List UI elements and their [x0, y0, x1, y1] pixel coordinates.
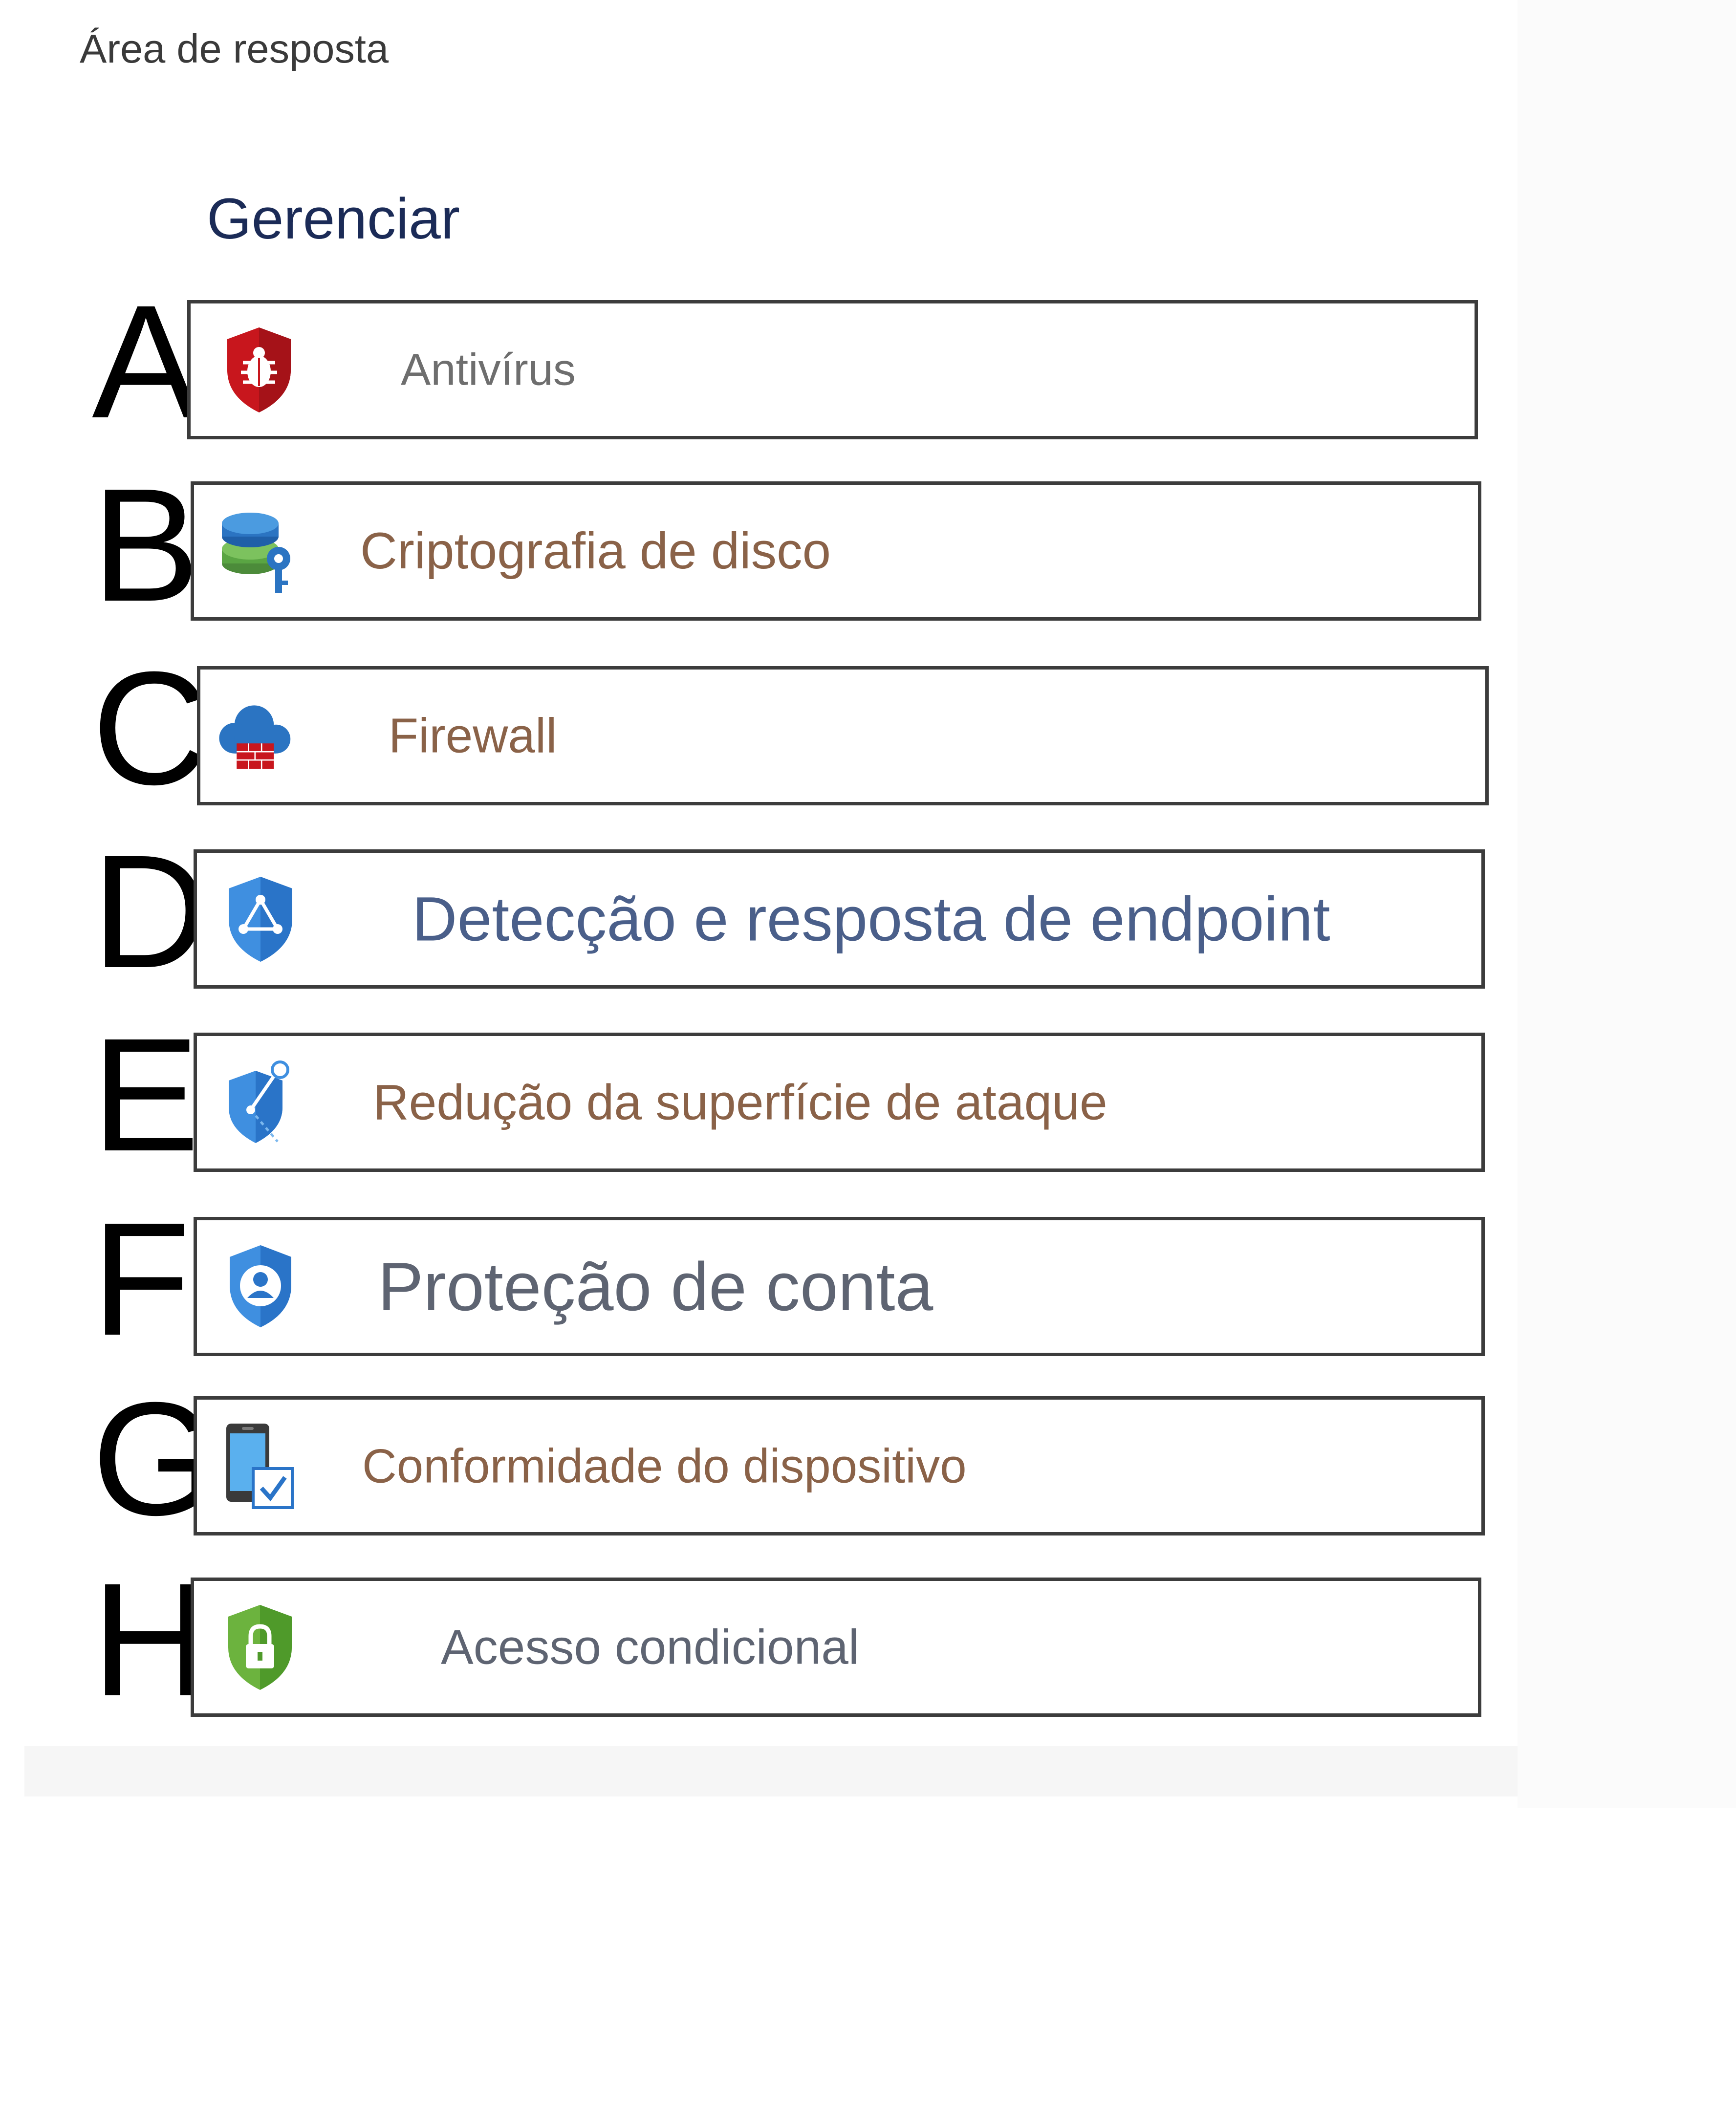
shield-network-icon — [229, 876, 292, 962]
option-account-protection[interactable]: Proteção de conta — [194, 1217, 1485, 1356]
option-device-compliance[interactable]: Conformidade do dispositivo — [194, 1396, 1485, 1535]
option-row-g: G Conformidade do dispositivo — [0, 1378, 1736, 1539]
option-row-b: B Criptografia de disco — [0, 454, 1736, 635]
option-attack-surface-reduction[interactable]: Redução da superfície de ataque — [194, 1033, 1485, 1172]
shield-node-icon — [229, 1060, 289, 1143]
option-firewall[interactable]: Firewall — [197, 666, 1489, 805]
option-label-disk-encryption: Criptografia de disco — [360, 522, 831, 580]
option-row-h: H Acesso condicional — [0, 1559, 1736, 1720]
option-conditional-access[interactable]: Acesso condicional — [191, 1578, 1481, 1717]
option-label-endpoint-detection-response: Detecção e resposta de endpoint — [412, 884, 1330, 954]
cloud-firewall-icon — [219, 705, 291, 769]
option-row-f: F Proteção de conta — [0, 1189, 1736, 1369]
option-row-d: D Detecção e resposta de endpoint — [0, 821, 1736, 1001]
option-letter-b: B — [92, 454, 200, 635]
option-label-conditional-access: Acesso condicional — [441, 1620, 860, 1674]
option-letter-e: E — [92, 1004, 200, 1185]
option-label-device-compliance: Conformidade do dispositivo — [362, 1439, 967, 1492]
option-endpoint-detection-response[interactable]: Detecção e resposta de endpoint — [194, 849, 1485, 989]
option-row-a: A Antivírus — [0, 271, 1736, 452]
shield-lock-icon — [228, 1604, 292, 1690]
section-title-manage: Gerenciar — [207, 187, 460, 251]
option-letter-a: A — [92, 271, 200, 452]
option-row-e: E Redução da superfície de ataque — [0, 1004, 1736, 1185]
phone-check-icon — [226, 1423, 294, 1509]
option-letter-c: C — [92, 638, 209, 818]
option-antivirus[interactable]: Antivírus — [187, 300, 1478, 439]
option-row-c: C Firewall — [0, 638, 1736, 818]
shield-user-icon — [230, 1245, 291, 1327]
option-letter-f: F — [92, 1189, 191, 1369]
option-label-attack-surface-reduction: Redução da superfície de ataque — [373, 1074, 1107, 1130]
answer-area-title: Área de resposta — [80, 26, 389, 71]
option-disk-encryption[interactable]: Criptografia de disco — [191, 481, 1481, 621]
disk-key-icon — [222, 512, 290, 593]
option-label-firewall: Firewall — [389, 708, 557, 763]
shield-bug-icon — [227, 327, 291, 412]
option-label-account-protection: Proteção de conta — [378, 1248, 933, 1325]
option-letter-d: D — [92, 821, 209, 1001]
option-label-antivirus: Antivírus — [401, 345, 576, 394]
